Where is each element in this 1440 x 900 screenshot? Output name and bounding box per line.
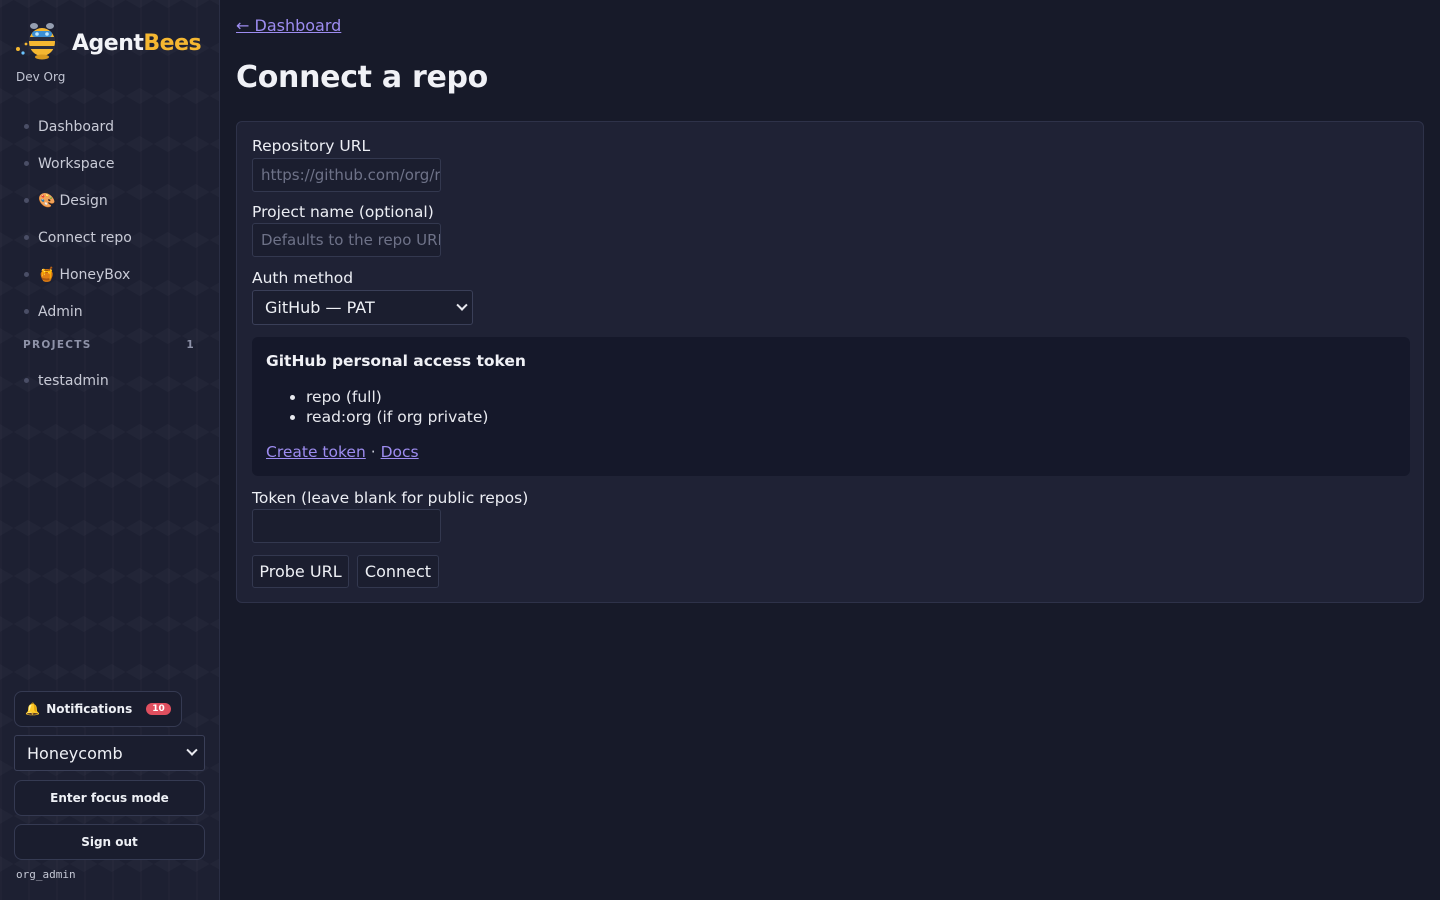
sidebar-item-honeybox[interactable]: 🍯 HoneyBox bbox=[0, 256, 220, 293]
bullet-icon bbox=[24, 161, 29, 166]
back-to-dashboard-link[interactable]: ← Dashboard bbox=[236, 16, 341, 35]
projects-heading-label: PROJECTS bbox=[23, 339, 92, 351]
bell-icon: 🔔 bbox=[25, 702, 41, 716]
bullet-icon bbox=[24, 272, 29, 277]
project-name-input[interactable] bbox=[252, 223, 441, 257]
sidebar-item-admin[interactable]: Admin bbox=[0, 293, 220, 330]
bullet-icon bbox=[24, 124, 29, 129]
notifications-button[interactable]: 🔔 Notifications 10 bbox=[14, 691, 182, 727]
token-input[interactable] bbox=[252, 509, 441, 543]
docs-link[interactable]: Docs bbox=[381, 443, 419, 461]
brand-name: AgentBees bbox=[72, 30, 202, 56]
probe-url-button[interactable]: Probe URL bbox=[252, 555, 349, 588]
projects-heading: PROJECTS 1 bbox=[23, 339, 195, 351]
brand-name-part1: Agent bbox=[72, 30, 144, 56]
list-item: read:org (if org private) bbox=[306, 407, 488, 427]
notifications-label: Notifications bbox=[46, 702, 133, 716]
honey-pot-icon: 🍯 bbox=[38, 266, 56, 283]
brand[interactable]: AgentBees bbox=[14, 22, 202, 64]
sidebar-item-label: Workspace bbox=[38, 155, 115, 172]
bee-logo-icon bbox=[14, 22, 64, 64]
palette-icon: 🎨 bbox=[38, 192, 56, 209]
sidebar-item-workspace[interactable]: Workspace bbox=[0, 145, 220, 182]
sidebar-item-connect-repo[interactable]: Connect repo bbox=[0, 219, 220, 256]
sidebar-item-label: Dashboard bbox=[38, 118, 114, 135]
focus-mode-button[interactable]: Enter focus mode bbox=[14, 780, 205, 816]
chevron-down-icon bbox=[186, 744, 198, 756]
theme-select-value: Honeycomb bbox=[27, 743, 123, 763]
sidebar-item-dashboard[interactable]: Dashboard bbox=[0, 108, 220, 145]
sidebar-item-label: Admin bbox=[38, 303, 83, 320]
page-title: Connect a repo bbox=[236, 60, 488, 95]
sidebar-project-label: testadmin bbox=[38, 372, 109, 389]
bullet-icon bbox=[24, 198, 29, 203]
notifications-count-badge: 10 bbox=[146, 703, 171, 715]
auth-method-label: Auth method bbox=[252, 269, 354, 287]
sidebar-nav: Dashboard Workspace 🎨 Design Connect repo… bbox=[0, 108, 220, 330]
sign-out-button[interactable]: Sign out bbox=[14, 824, 205, 860]
bullet-icon bbox=[24, 309, 29, 314]
token-label: Token (leave blank for public repos) bbox=[252, 489, 529, 507]
token-scope-list: repo (full) read:org (if org private) bbox=[306, 387, 488, 427]
sidebar-project-testadmin[interactable]: testadmin bbox=[0, 362, 220, 399]
token-info-box: GitHub personal access token repo (full)… bbox=[252, 337, 1410, 476]
sidebar-item-design[interactable]: 🎨 Design bbox=[0, 182, 220, 219]
sidebar-item-label: HoneyBox bbox=[59, 266, 131, 283]
theme-select[interactable]: Honeycomb bbox=[14, 735, 205, 771]
link-separator: · bbox=[370, 443, 376, 461]
sidebar-item-label: Design bbox=[59, 192, 108, 209]
brand-name-part2: Bees bbox=[143, 30, 202, 56]
bullet-icon bbox=[24, 378, 29, 383]
repo-url-input[interactable] bbox=[252, 158, 441, 192]
project-name-label: Project name (optional) bbox=[252, 203, 434, 221]
connect-button[interactable]: Connect bbox=[357, 555, 439, 588]
create-token-link[interactable]: Create token bbox=[266, 443, 366, 461]
sidebar-item-label: Connect repo bbox=[38, 229, 132, 246]
current-user: org_admin bbox=[16, 868, 76, 881]
auth-method-value: GitHub — PAT bbox=[265, 298, 375, 317]
projects-count: 1 bbox=[186, 339, 195, 351]
chevron-down-icon bbox=[456, 299, 468, 311]
list-item: repo (full) bbox=[306, 387, 488, 407]
auth-method-select[interactable]: GitHub — PAT bbox=[252, 290, 473, 325]
connect-repo-form: Repository URL Project name (optional) A… bbox=[236, 121, 1424, 603]
bullet-icon bbox=[24, 235, 29, 240]
token-links: Create token · Docs bbox=[266, 443, 419, 461]
repo-url-label: Repository URL bbox=[252, 137, 371, 155]
token-info-title: GitHub personal access token bbox=[266, 352, 526, 370]
org-name: Dev Org bbox=[16, 70, 66, 84]
sidebar: AgentBees Dev Org Dashboard Workspace 🎨 D… bbox=[0, 0, 220, 900]
